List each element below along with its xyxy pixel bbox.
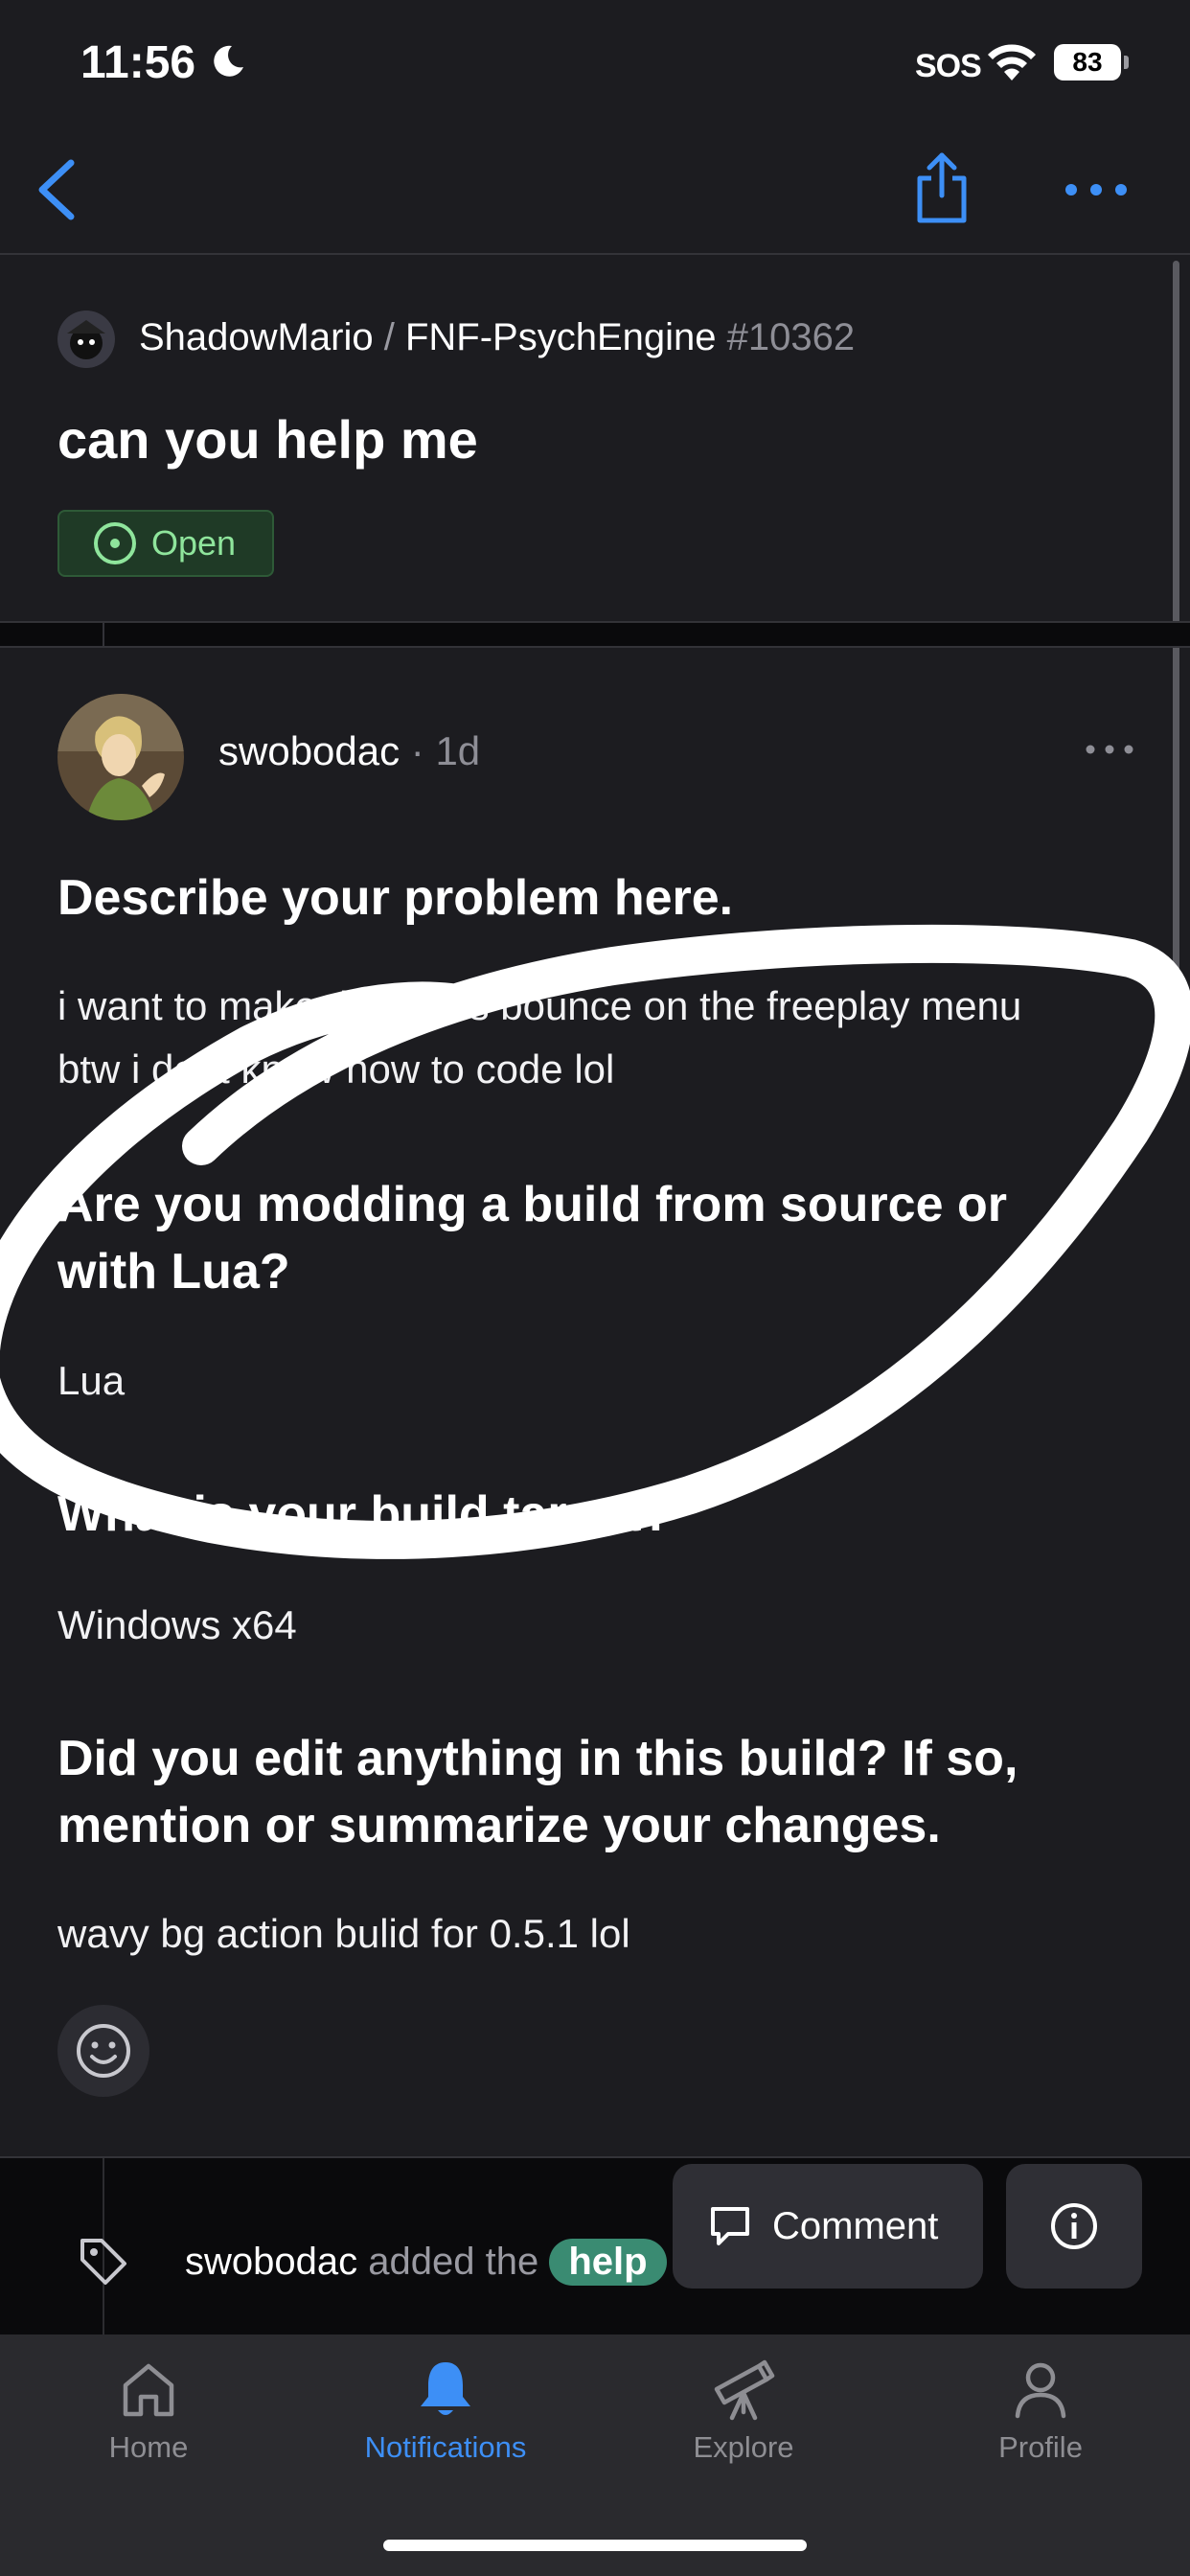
back-button[interactable]	[29, 153, 86, 226]
more-options-button[interactable]	[1062, 171, 1131, 209]
comment-button[interactable]: Comment	[673, 2164, 983, 2288]
comment-author[interactable]: swobodac	[218, 728, 400, 773]
section-heading: Did you edit anything in this build? If …	[57, 1731, 1018, 1786]
tab-home[interactable]: Home	[0, 2348, 297, 2482]
sos-indicator: SOS	[915, 48, 982, 84]
event-description: swobodac added the help	[185, 2239, 667, 2286]
section-body: wavy bg action bulid for 0.5.1 lol	[57, 1911, 630, 1956]
telescope-icon	[595, 2348, 892, 2430]
tab-label: Notifications	[364, 2430, 527, 2464]
section-heading: What is your build target?	[57, 1486, 673, 1542]
issue-title: can you help me	[57, 409, 478, 470]
event-actor[interactable]: swobodac	[185, 2241, 357, 2283]
person-icon	[892, 2348, 1189, 2430]
section-separator	[0, 623, 1190, 646]
section-heading: with Lua?	[57, 1244, 290, 1300]
section-body: Lua	[57, 1358, 126, 1403]
section-heading: mention or summarize your changes.	[57, 1798, 941, 1853]
status-time: 11:56	[80, 37, 196, 88]
tab-label: Home	[108, 2430, 189, 2464]
section-heading: Describe your problem here.	[57, 870, 734, 926]
comment-author-line: swobodac · 1d	[218, 728, 480, 774]
timeline-line	[103, 623, 104, 646]
smiley-icon	[77, 2024, 130, 2078]
event-action: added the	[368, 2241, 539, 2283]
issue-number: #10362	[726, 316, 856, 358]
section-heading: Are you modding a build from source or	[57, 1177, 1007, 1232]
tab-explore[interactable]: Explore	[595, 2348, 892, 2482]
section-body: Windows x64	[57, 1602, 297, 1647]
repo-name[interactable]: FNF-PsychEngine	[405, 316, 717, 358]
info-icon	[1051, 2203, 1097, 2249]
repo-owner-avatar[interactable]	[57, 310, 115, 368]
wifi-icon	[985, 42, 1039, 87]
nav-divider	[0, 253, 1190, 255]
moon-icon	[209, 42, 247, 85]
tag-icon	[77, 2235, 130, 2293]
section-body: btw i dont know how to code lol	[57, 1046, 615, 1092]
repo-breadcrumb[interactable]: ShadowMario / FNF-PsychEngine #10362	[139, 316, 855, 359]
scrollbar[interactable]	[1173, 261, 1179, 1056]
repo-owner[interactable]: ShadowMario	[139, 316, 374, 358]
tab-profile[interactable]: Profile	[892, 2348, 1189, 2482]
open-issue-icon	[94, 522, 136, 564]
comment-icon	[711, 2207, 749, 2245]
label-badge[interactable]: help	[549, 2239, 667, 2286]
issue-status-badge: Open	[57, 510, 274, 577]
share-button[interactable]	[910, 150, 973, 226]
tab-label: Profile	[998, 2430, 1083, 2464]
comment-more-button[interactable]	[1083, 738, 1136, 761]
tab-notifications[interactable]: Notifications	[297, 2348, 594, 2482]
issue-status-label: Open	[151, 523, 237, 563]
comment-button-label: Comment	[772, 2204, 939, 2247]
breadcrumb-separator: /	[383, 316, 395, 358]
battery-nub	[1124, 56, 1129, 69]
tab-label: Explore	[693, 2430, 794, 2464]
home-icon	[0, 2348, 297, 2430]
author-avatar[interactable]	[57, 694, 184, 820]
battery-indicator: 83	[1054, 44, 1121, 80]
home-indicator[interactable]	[383, 2540, 807, 2551]
bell-icon	[297, 2348, 594, 2430]
add-reaction-button[interactable]	[57, 2005, 149, 2097]
section-body: i want to make the icons bounce on the f…	[57, 983, 1022, 1028]
comment-top-divider	[0, 646, 1190, 648]
comment-age: · 1d	[410, 728, 481, 773]
info-button[interactable]	[1006, 2164, 1142, 2288]
